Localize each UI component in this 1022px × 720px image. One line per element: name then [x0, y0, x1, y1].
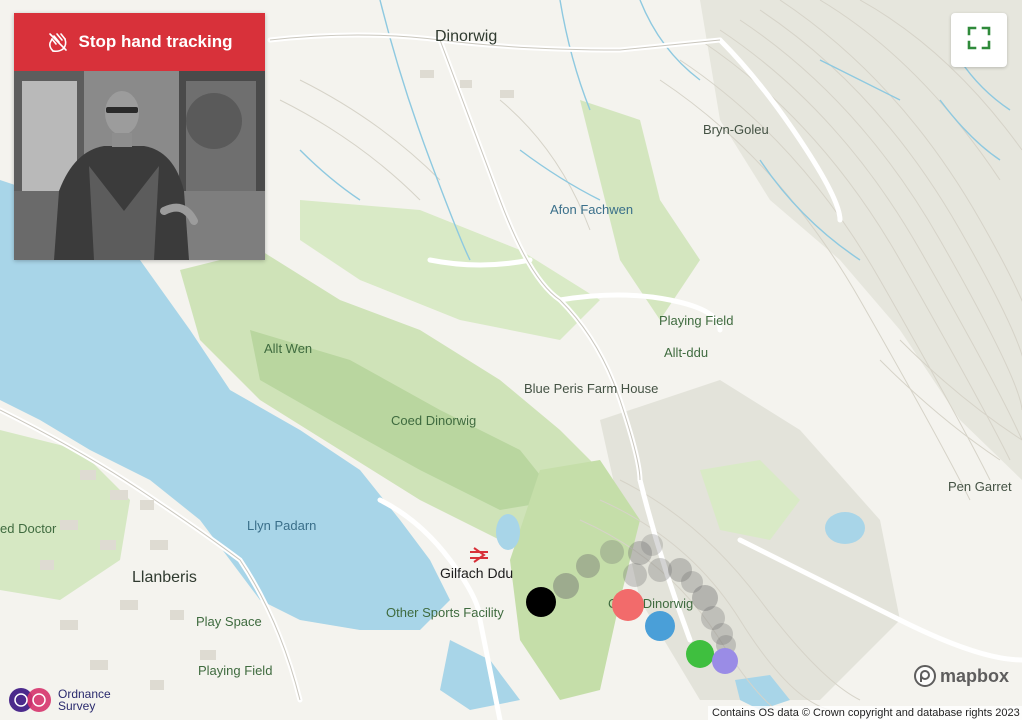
- hand-stop-icon: [47, 31, 69, 53]
- mapbox-logo-icon: [914, 665, 936, 687]
- mapbox-logo[interactable]: mapbox: [913, 664, 1009, 688]
- ordnance-survey-line2: Survey: [58, 699, 96, 713]
- tracking-marker-green: [686, 640, 714, 668]
- tracking-marker-purple: [712, 648, 738, 674]
- mapbox-logo-text: mapbox: [940, 665, 1010, 686]
- hand-tracking-panel: Stop hand tracking: [14, 13, 265, 260]
- fullscreen-button[interactable]: [951, 13, 1007, 67]
- ordnance-survey-logo[interactable]: Ordnance Survey: [8, 686, 111, 714]
- tracking-marker-red: [612, 589, 644, 621]
- tracking-marker-blue: [645, 611, 675, 641]
- ordnance-survey-logo-icon: [9, 688, 51, 712]
- fullscreen-icon: [967, 26, 991, 55]
- map-attribution[interactable]: Contains OS data © Crown copyright and d…: [708, 706, 1022, 720]
- stop-hand-tracking-label: Stop hand tracking: [78, 32, 233, 51]
- stop-hand-tracking-button[interactable]: Stop hand tracking: [14, 13, 265, 71]
- webcam-feed: [14, 71, 265, 260]
- tracking-marker-black: [526, 587, 556, 617]
